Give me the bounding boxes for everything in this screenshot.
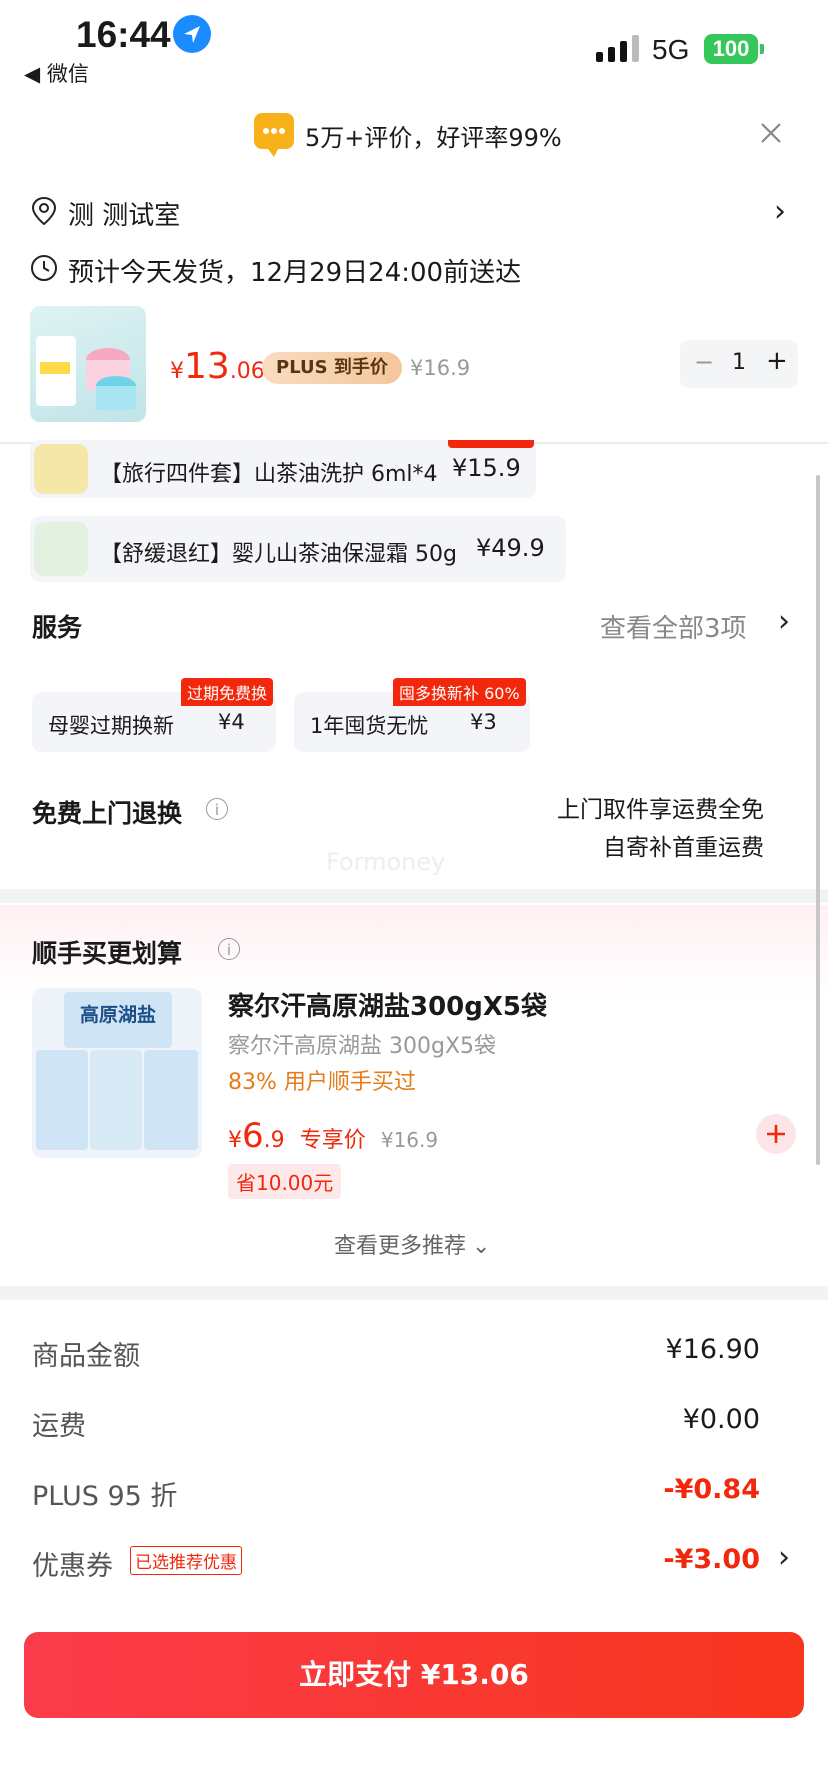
summary-label-coupon: 优惠券 (32, 1551, 113, 1582)
back-to-wechat[interactable]: ◀ 微信 (24, 58, 89, 88)
address-text[interactable]: 测 测试室 (68, 195, 180, 232)
location-arrow-icon (173, 15, 211, 53)
coupon-chevron-icon[interactable]: › (778, 1540, 790, 1575)
recommend-price: ¥6.9 专享价 ¥16.9 (228, 1116, 439, 1156)
summary-value-coupon[interactable]: -¥3.00 (663, 1544, 760, 1575)
scrollbar[interactable] (816, 475, 820, 1165)
service-title: 服务 (32, 613, 83, 642)
clock-icon (30, 254, 58, 286)
gift-tag (448, 440, 534, 448)
recommend-thumbnail[interactable]: 高原湖盐 (32, 988, 202, 1158)
return-service-title: 免费上门退换 (32, 799, 183, 828)
increment-button[interactable]: + (766, 346, 788, 376)
service-name: 母婴过期换新 (48, 714, 174, 738)
salt-pack (144, 1050, 198, 1150)
message-icon (254, 113, 294, 157)
gift-name: 【舒缓退红】婴儿山茶油保湿霜 50g (100, 542, 457, 567)
info-icon[interactable]: i (206, 798, 228, 820)
summary-value-subtotal: ¥16.90 (665, 1334, 760, 1365)
summary-label-shipping: 运费 (32, 1411, 86, 1442)
recommend-title: 顺手买更划算 (32, 939, 183, 968)
battery-icon: 100 (704, 34, 758, 64)
original-price: ¥16.9 (410, 356, 471, 380)
rating-banner-text: 5万+评价，好评率99% (305, 124, 562, 152)
gift-price: ¥49.9 (476, 534, 545, 562)
service-name: 1年囤货无忧 (310, 714, 429, 738)
view-more-label: 查看更多推荐 (334, 1234, 467, 1259)
section-divider (0, 1286, 828, 1300)
address-chevron-icon[interactable]: › (774, 194, 786, 229)
summary-label-subtotal: 商品金额 (32, 1341, 140, 1372)
service-price: ¥3 (470, 710, 497, 734)
add-to-order-icon[interactable] (756, 1114, 796, 1154)
delivery-estimate: 预计今天发货，12月29日24:00前送达 (68, 258, 522, 288)
recommend-item-title[interactable]: 察尔汗高原湖盐300gX5袋 (228, 986, 547, 1023)
return-line-1: 上门取件享运费全免 (557, 797, 764, 823)
section-divider (0, 889, 828, 903)
service-chevron-icon[interactable]: › (778, 604, 790, 639)
gift-thumbnail (34, 444, 88, 494)
gift-item[interactable]: 【旅行四件套】山茶油洗护 6ml*4 ¥15.9 (30, 440, 536, 498)
view-more-recommend[interactable]: 查看更多推荐 ⌄ (334, 1228, 490, 1260)
recommend-item-subtitle: 察尔汗高原湖盐 300gX5袋 (228, 1034, 497, 1059)
quantity-stepper: − 1 + (680, 340, 798, 388)
salt-pack (90, 1050, 142, 1150)
gift-thumbnail (34, 522, 88, 576)
chevron-down-icon: ⌄ (472, 1234, 491, 1259)
signal-icon (596, 34, 642, 68)
service-price: ¥4 (218, 710, 245, 734)
save-badge: 省10.00元 (228, 1164, 342, 1199)
summary-value-plus: -¥0.84 (663, 1474, 760, 1505)
pay-now-button[interactable]: 立即支付 ¥13.06 (24, 1632, 804, 1718)
gift-item[interactable]: 【舒缓退红】婴儿山茶油保湿霜 50g ¥49.9 (30, 516, 566, 582)
service-tag: 囤多换新补 60% (393, 678, 526, 706)
salt-pack: 高原湖盐 (64, 992, 172, 1048)
close-icon[interactable] (756, 118, 786, 148)
salt-pack (36, 1050, 88, 1150)
return-line-2: 自寄补首重运费 (603, 835, 764, 861)
quantity-value[interactable]: 1 (732, 350, 746, 375)
summary-value-shipping: ¥0.00 (682, 1404, 760, 1435)
decrement-button[interactable]: − (694, 348, 714, 376)
info-icon[interactable]: i (218, 938, 240, 960)
gift-price: ¥15.9 (452, 454, 521, 482)
watermark: Formoney (326, 848, 446, 876)
gift-name: 【旅行四件套】山茶油洗护 6ml*4 (100, 462, 438, 487)
product-thumbnail[interactable] (30, 306, 146, 422)
status-time: 16:44 (76, 14, 171, 55)
recommend-social-proof: 83% 用户顺手买过 (228, 1070, 416, 1095)
network-label: 5G (652, 34, 690, 65)
service-view-all[interactable]: 查看全部3项 (600, 608, 747, 645)
summary-label-plus: PLUS 95 折 (32, 1481, 178, 1512)
coupon-badge: 已选推荐优惠 (130, 1546, 242, 1575)
battery-tip (760, 44, 764, 54)
plus-price-badge: PLUS 到手价 (262, 352, 402, 384)
product-price: ¥13.06 (170, 346, 265, 387)
location-pin-icon (30, 196, 58, 230)
service-tag: 过期免费换 (181, 678, 274, 706)
